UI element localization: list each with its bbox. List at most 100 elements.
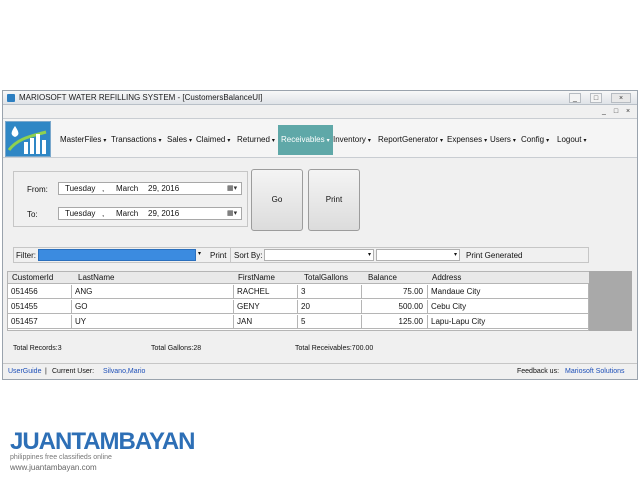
cell-firstname: GENY (234, 300, 298, 314)
chevron-down-icon: ▾ (326, 138, 330, 144)
filter-dropdown-arrow[interactable]: ▾ (198, 250, 201, 257)
minimize-button[interactable]: _ (569, 93, 581, 103)
cell-totalgallons: 3 (298, 285, 362, 299)
menu-sales[interactable]: Sales ▾ (167, 130, 192, 150)
close-button[interactable]: × (611, 93, 631, 103)
to-day: Tuesday (65, 209, 96, 218)
chevron-down-icon: ▾ (453, 252, 457, 258)
filter-bar: Filter: ▾ Print Sort By: ▾ ▾ Print Gener… (13, 247, 589, 263)
menu-claimed[interactable]: Claimed ▾ (196, 130, 230, 150)
menu-label: Logout (557, 135, 582, 144)
from-day: Tuesday (65, 184, 96, 193)
cell-customerid: 051456 (8, 285, 72, 299)
chevron-down-icon: ▾ (440, 138, 444, 144)
total-records: Total Records:3 (13, 345, 62, 352)
cell-customerid: 051457 (8, 315, 72, 329)
date-range-panel: From: Tuesday , March 29, 2016 ▦▾ To: Tu… (13, 171, 248, 227)
menu-receivables[interactable]: Receivables ▾ (278, 125, 333, 155)
col-firstname[interactable]: FirstName (238, 272, 275, 284)
menu-logout[interactable]: Logout ▾ (557, 130, 586, 150)
table-row[interactable]: 051455 GO GENY 20 500.00 Cebu City (8, 300, 590, 314)
col-customerid[interactable]: CustomerId (12, 272, 53, 284)
menu-label: MasterFiles (60, 135, 102, 144)
menu-masterfiles[interactable]: MasterFiles ▾ (60, 130, 106, 150)
chevron-down-icon: ▾ (367, 138, 371, 144)
print-button[interactable]: Print (308, 169, 360, 231)
menu-users[interactable]: Users ▾ (490, 130, 516, 150)
to-date-picker[interactable]: Tuesday , March 29, 2016 ▦▾ (58, 207, 242, 220)
from-date: 29, 2016 (148, 184, 180, 193)
to-date: 29, 2016 (148, 209, 180, 218)
from-month: March (116, 184, 139, 193)
maximize-button[interactable]: □ (590, 93, 602, 103)
print-generated-link[interactable]: Print Generated (466, 251, 522, 260)
from-sep: , (102, 184, 105, 193)
to-month: March (116, 209, 139, 218)
mdi-restore-button[interactable]: □ (611, 107, 621, 116)
cell-firstname: RACHEL (234, 285, 298, 299)
menu-label: Inventory (333, 135, 366, 144)
chevron-down-icon: ▾ (271, 138, 275, 144)
menu-label: Users (490, 135, 511, 144)
col-lastname[interactable]: LastName (78, 272, 114, 284)
sort-by-select[interactable]: ▾ (264, 249, 374, 261)
chevron-down-icon: ▾ (103, 138, 107, 144)
col-balance[interactable]: Balance (368, 272, 397, 284)
water-logo-icon (5, 121, 51, 157)
filter-print-link[interactable]: Print (210, 251, 226, 260)
title-bar: MARIOSOFT WATER REFILLING SYSTEM - [Cust… (3, 91, 637, 105)
to-sep: , (102, 209, 105, 218)
watermark-tagline: philippines free classifieds online (10, 454, 112, 461)
menu-label: Transactions (111, 135, 157, 144)
mdi-control-bar: _ □ × (3, 106, 637, 117)
chevron-down-icon: ▾ (227, 138, 231, 144)
cell-balance: 125.00 (362, 315, 428, 329)
total-gallons: Total Gallons:28 (151, 345, 202, 352)
current-user-value: Silvano,Mario (103, 368, 146, 375)
col-address[interactable]: Address (432, 272, 461, 284)
chevron-down-icon: ▾ (484, 138, 488, 144)
filter-input[interactable] (38, 249, 196, 261)
table-row[interactable]: 051457 UY JAN 5 125.00 Lapu-Lapu City (8, 315, 590, 329)
total-receivables: Total Receivables:700.00 (295, 345, 374, 352)
watermark: JUANTAMBAYAN philippines free classified… (10, 428, 210, 474)
menu-inventory[interactable]: Inventory ▾ (333, 130, 371, 150)
watermark-brand: JUANTAMBAYAN (10, 428, 195, 455)
grid-empty-area (589, 271, 632, 331)
calendar-icon[interactable]: ▦▾ (227, 209, 239, 219)
table-row[interactable]: 051456 ANG RACHEL 3 75.00 Mandaue City (8, 285, 590, 299)
from-date-picker[interactable]: Tuesday , March 29, 2016 ▦▾ (58, 182, 242, 195)
chevron-down-icon: ▾ (158, 138, 162, 144)
mdi-minimize-button[interactable]: _ (599, 107, 609, 116)
go-button[interactable]: Go (251, 169, 303, 231)
menu-label: Config (521, 135, 545, 144)
sort-by-label: Sort By: (234, 251, 263, 260)
calendar-icon[interactable]: ▦▾ (227, 184, 239, 194)
menu-bar: MasterFiles ▾ Transactions ▾ Sales ▾ Claime… (3, 118, 637, 158)
to-label: To: (27, 210, 38, 219)
cell-lastname: UY (72, 315, 234, 329)
menu-transactions[interactable]: Transactions ▾ (111, 130, 162, 150)
cell-balance: 75.00 (362, 285, 428, 299)
col-totalgallons[interactable]: TotalGallons (304, 272, 348, 284)
app-window: MARIOSOFT WATER REFILLING SYSTEM - [Cust… (2, 90, 638, 380)
menu-returned[interactable]: Returned ▾ (237, 130, 275, 150)
menu-label: Returned (237, 135, 270, 144)
customers-grid: CustomerId LastName FirstName TotalGallo… (7, 271, 590, 331)
mdi-close-button[interactable]: × (623, 107, 633, 116)
menu-reportgenerator[interactable]: ReportGenerator ▾ (378, 130, 443, 150)
userguide-link[interactable]: UserGuide (8, 368, 41, 375)
menu-label: Expenses (447, 135, 483, 144)
cell-lastname: ANG (72, 285, 234, 299)
menu-label: Sales (167, 135, 188, 144)
cell-balance: 500.00 (362, 300, 428, 314)
feedback-link[interactable]: Mariosoft Solutions (565, 368, 625, 375)
chevron-down-icon: ▾ (512, 138, 516, 144)
status-separator: | (45, 368, 47, 375)
sort-order-select[interactable]: ▾ (376, 249, 460, 261)
status-bar: UserGuide | Current User: Silvano,Mario … (3, 363, 637, 379)
menu-config[interactable]: Config ▾ (521, 130, 549, 150)
chevron-down-icon: ▾ (583, 138, 587, 144)
app-icon (7, 94, 15, 102)
menu-expenses[interactable]: Expenses ▾ (447, 130, 487, 150)
